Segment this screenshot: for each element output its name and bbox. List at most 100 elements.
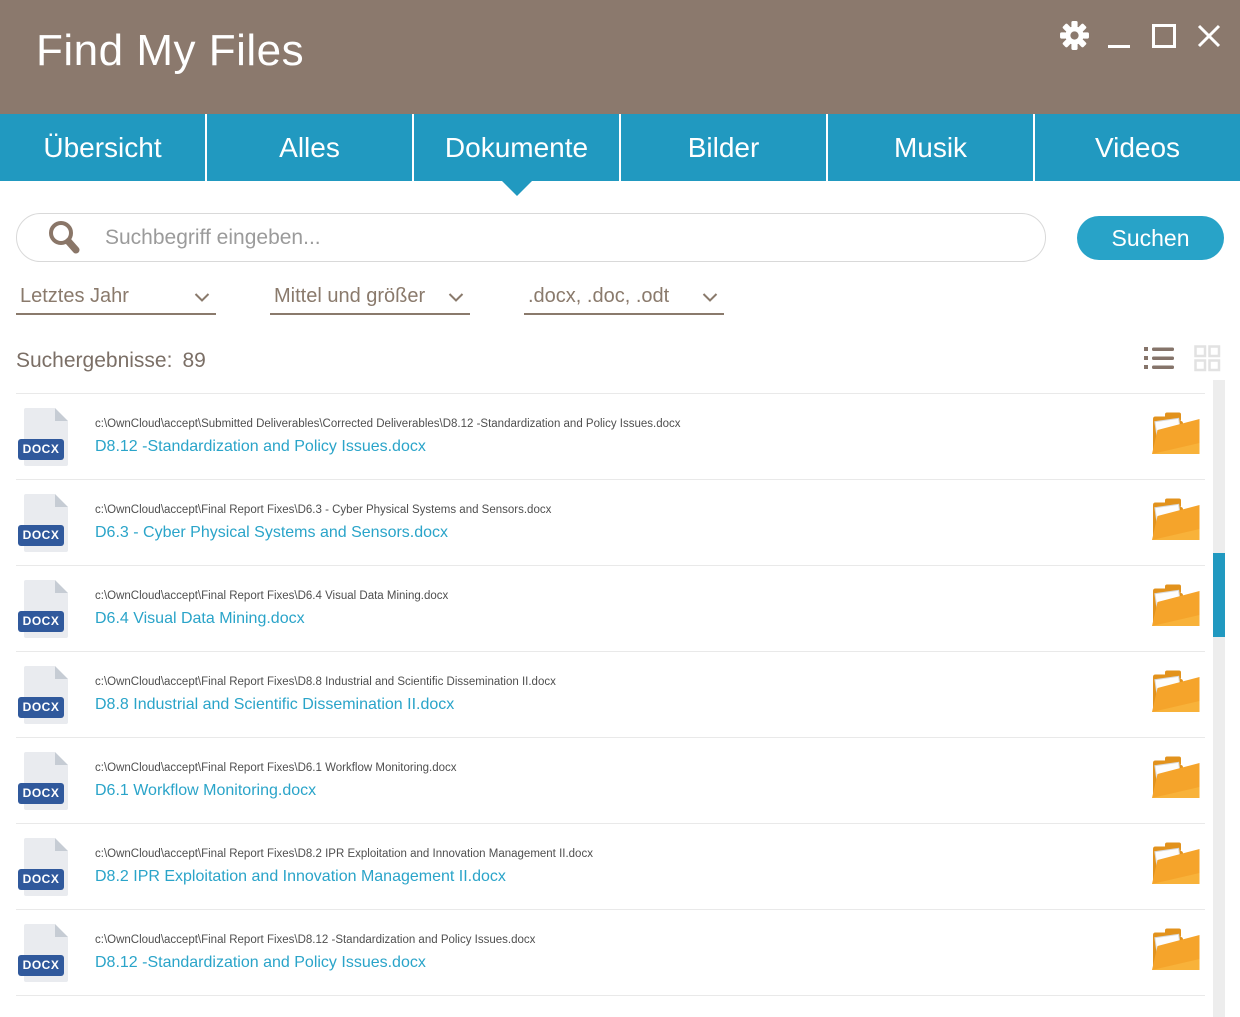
size-filter-dropdown[interactable]: Mittel und größer — [270, 283, 470, 315]
scrollbar-track[interactable] — [1213, 380, 1225, 1017]
maximize-icon — [1151, 23, 1177, 54]
tab-bilder[interactable]: Bilder — [619, 114, 826, 181]
open-folder-button[interactable] — [1150, 756, 1202, 805]
file-name-link[interactable]: D6.3 - Cyber Physical Systems and Sensor… — [95, 524, 1150, 542]
search-button[interactable]: Suchen — [1077, 216, 1224, 260]
list-view-icon — [1144, 345, 1174, 377]
result-texts: c:\OwnCloud\accept\Final Report Fixes\D6… — [95, 590, 1150, 628]
open-folder-button[interactable] — [1150, 670, 1202, 719]
docx-file-icon: DOCX — [18, 923, 68, 982]
result-texts: c:\OwnCloud\accept\Final Report Fixes\D6… — [95, 504, 1150, 542]
tab-dokumente[interactable]: Dokumente — [412, 114, 619, 196]
chevron-down-icon — [702, 285, 718, 308]
open-folder-button[interactable] — [1150, 498, 1202, 547]
file-path: c:\OwnCloud\accept\Final Report Fixes\D8… — [95, 847, 593, 860]
result-texts: c:\OwnCloud\accept\Final Report Fixes\D6… — [95, 762, 1150, 800]
search-section: Suchen — [16, 212, 1224, 262]
docx-badge: DOCX — [18, 610, 64, 632]
tab-musik[interactable]: Musik — [826, 114, 1033, 181]
file-path: c:\OwnCloud\accept\Final Report Fixes\D6… — [95, 589, 449, 602]
result-texts: c:\OwnCloud\accept\Final Report Fixes\D8… — [95, 848, 1150, 886]
result-row[interactable]: DOCX c:\OwnCloud\accept\Final Report Fix… — [16, 910, 1205, 996]
result-texts: c:\OwnCloud\accept\Submitted Deliverable… — [95, 418, 1150, 456]
open-folder-button[interactable] — [1150, 928, 1202, 977]
docx-file-icon: DOCX — [18, 837, 68, 896]
tab-label: Bilder — [687, 131, 760, 163]
docx-file-icon: DOCX — [18, 665, 68, 724]
result-row[interactable]: DOCX c:\OwnCloud\accept\Submitted Delive… — [16, 394, 1205, 480]
folder-icon — [1150, 584, 1202, 633]
folder-icon — [1150, 412, 1202, 461]
docx-file-icon: DOCX — [18, 579, 68, 638]
results-header: Suchergebnisse: 89 — [16, 345, 1221, 377]
file-name-link[interactable]: D8.8 Industrial and Scientific Dissemina… — [95, 696, 1150, 714]
file-name-link[interactable]: D8.12 -Standardization and Policy Issues… — [95, 438, 1150, 456]
results-list: DOCX c:\OwnCloud\accept\Submitted Delive… — [16, 393, 1205, 996]
file-path: c:\OwnCloud\accept\Final Report Fixes\D6… — [95, 761, 457, 774]
find-my-files-window: Find My Files Übersicht Alles Dokumente … — [0, 0, 1240, 1017]
docx-file-icon: DOCX — [18, 493, 68, 552]
open-folder-button[interactable] — [1150, 842, 1202, 891]
docx-badge: DOCX — [18, 954, 64, 976]
tab-label: Musik — [893, 131, 968, 163]
result-row[interactable]: DOCX c:\OwnCloud\accept\Final Report Fix… — [16, 566, 1205, 652]
docx-badge: DOCX — [18, 696, 64, 718]
size-filter-value: Mittel und größer — [274, 284, 426, 307]
list-view-button[interactable] — [1144, 345, 1174, 377]
docx-badge: DOCX — [18, 868, 64, 890]
file-name-link[interactable]: D6.4 Visual Data Mining.docx — [95, 610, 1150, 628]
file-path: c:\OwnCloud\accept\Submitted Deliverable… — [95, 417, 681, 430]
scrollbar-thumb[interactable] — [1213, 553, 1225, 637]
file-name-link[interactable]: D8.2 IPR Exploitation and Innovation Man… — [95, 868, 1150, 886]
result-row[interactable]: DOCX c:\OwnCloud\accept\Final Report Fix… — [16, 480, 1205, 566]
docx-file-icon: DOCX — [18, 407, 68, 466]
results-label-text: Suchergebnisse: — [16, 349, 173, 372]
minimize-button[interactable] — [1104, 22, 1134, 54]
search-box — [16, 213, 1046, 262]
result-texts: c:\OwnCloud\accept\Final Report Fixes\D8… — [95, 934, 1150, 972]
folder-icon — [1150, 670, 1202, 719]
result-row[interactable]: DOCX c:\OwnCloud\accept\Final Report Fix… — [16, 824, 1205, 910]
filetype-filter-dropdown[interactable]: .docx, .doc, .odt — [524, 283, 724, 315]
tab-alles[interactable]: Alles — [205, 114, 412, 181]
tab-bar: Übersicht Alles Dokumente Bilder Musik V… — [0, 114, 1240, 196]
open-folder-button[interactable] — [1150, 584, 1202, 633]
docx-badge: DOCX — [18, 782, 64, 804]
result-texts: c:\OwnCloud\accept\Final Report Fixes\D8… — [95, 676, 1150, 714]
chevron-down-icon — [194, 285, 210, 308]
result-row[interactable]: DOCX c:\OwnCloud\accept\Final Report Fix… — [16, 652, 1205, 738]
settings-button[interactable] — [1059, 20, 1090, 56]
folder-icon — [1150, 842, 1202, 891]
file-name-link[interactable]: D6.1 Workflow Monitoring.docx — [95, 782, 1150, 800]
close-icon — [1196, 23, 1222, 54]
open-folder-button[interactable] — [1150, 412, 1202, 461]
file-name-link[interactable]: D8.12 -Standardization and Policy Issues… — [95, 954, 1150, 972]
maximize-button[interactable] — [1149, 22, 1179, 54]
title-bar: Find My Files — [0, 0, 1240, 114]
minimize-icon — [1107, 21, 1131, 56]
app-title: Find My Files — [36, 26, 305, 75]
search-input[interactable] — [105, 225, 925, 250]
docx-badge: DOCX — [18, 438, 64, 460]
file-path: c:\OwnCloud\accept\Final Report Fixes\D6… — [95, 503, 552, 516]
date-filter-value: Letztes Jahr — [20, 284, 129, 307]
folder-icon — [1150, 498, 1202, 547]
folder-icon — [1150, 756, 1202, 805]
file-path: c:\OwnCloud\accept\Final Report Fixes\D8… — [95, 675, 556, 688]
folder-icon — [1150, 928, 1202, 977]
tab-videos[interactable]: Videos — [1033, 114, 1240, 181]
docx-badge: DOCX — [18, 524, 64, 546]
file-path: c:\OwnCloud\accept\Final Report Fixes\D8… — [95, 933, 536, 946]
grid-view-button[interactable] — [1194, 345, 1221, 377]
docx-file-icon: DOCX — [18, 751, 68, 810]
chevron-down-icon — [448, 285, 464, 308]
result-row[interactable]: DOCX c:\OwnCloud\accept\Final Report Fix… — [16, 738, 1205, 824]
tab-label: Übersicht — [43, 131, 162, 163]
date-filter-dropdown[interactable]: Letztes Jahr — [16, 283, 216, 315]
filter-row: Letztes Jahr Mittel und größer .docx, .d… — [16, 283, 1224, 315]
search-icon — [47, 220, 81, 256]
close-button[interactable] — [1194, 22, 1224, 54]
gear-icon — [1059, 20, 1090, 56]
tab-label: Alles — [279, 131, 340, 163]
tab-uebersicht[interactable]: Übersicht — [0, 114, 205, 181]
